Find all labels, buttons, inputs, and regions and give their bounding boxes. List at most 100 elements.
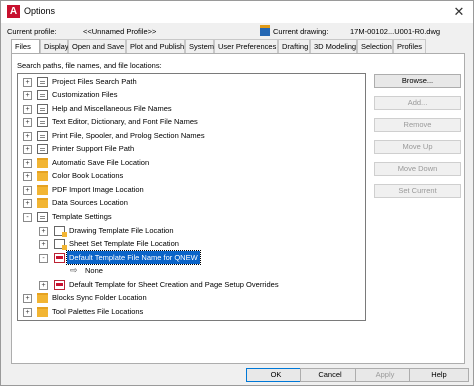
ok-button[interactable]: OK xyxy=(246,368,306,382)
tree-node-label: PDF Import Image Location xyxy=(52,185,144,194)
tree-node-template-settings[interactable]: - Template Settings xyxy=(18,210,358,223)
expand-icon[interactable]: + xyxy=(23,172,32,181)
red-file-icon xyxy=(54,253,65,263)
tab-selection[interactable]: Selection xyxy=(357,39,393,53)
tree-node-label: Tool Palettes File Locations xyxy=(52,307,144,316)
close-icon[interactable]: ✕ xyxy=(451,4,467,20)
current-profile-label: Current profile: xyxy=(7,27,57,36)
folder-icon xyxy=(37,171,48,181)
autocad-app-icon: A xyxy=(7,5,20,18)
tree-node-project-files-search-path[interactable]: + Project Files Search Path xyxy=(18,75,358,88)
tab-open-and-save[interactable]: Open and Save xyxy=(68,39,126,53)
tree-node-data-sources[interactable]: + Data Sources Location xyxy=(18,196,358,209)
tree-node-label: Data Sources Location xyxy=(52,198,128,207)
tree-node-print-file[interactable]: + Print File, Spooler, and Prolog Sectio… xyxy=(18,129,358,142)
tree-node-label: Blocks Sync Folder Location xyxy=(52,293,147,302)
profile-row: Current profile: <<Unnamed Profile>> Cur… xyxy=(1,23,473,39)
tab-display[interactable]: Display xyxy=(40,39,69,53)
folder-icon xyxy=(37,185,48,195)
add-button[interactable]: Add... xyxy=(374,96,461,110)
tree-node-none-value[interactable]: ⇨ None xyxy=(18,264,358,277)
doc-icon xyxy=(37,77,48,87)
doc-icon xyxy=(37,117,48,127)
expand-icon[interactable]: + xyxy=(23,78,32,87)
set-current-button[interactable]: Set Current xyxy=(374,184,461,198)
tree-node-customization-files[interactable]: + Customization Files xyxy=(18,88,358,101)
tab-3d-modeling[interactable]: 3D Modeling xyxy=(310,39,357,53)
title-bar: A Options ✕ xyxy=(1,1,473,23)
tree-caption: Search paths, file names, and file locat… xyxy=(17,61,162,70)
red-file-icon xyxy=(54,280,65,290)
tree-node-tool-palettes[interactable]: + Tool Palettes File Locations xyxy=(18,305,358,318)
tree-node-automatic-save[interactable]: + Automatic Save File Location xyxy=(18,156,358,169)
tree-node-printer-support[interactable]: + Printer Support File Path xyxy=(18,142,358,155)
doc-icon xyxy=(37,104,48,114)
expand-icon[interactable]: + xyxy=(23,308,32,317)
tree-node-text-editor[interactable]: + Text Editor, Dictionary, and Font File… xyxy=(18,115,358,128)
tree-node-label: Default Template File Name for QNEW xyxy=(66,250,201,265)
current-drawing-value: 17M-00102...U001-R0.dwg xyxy=(350,27,441,36)
window-title: Options xyxy=(24,6,56,16)
tree-node-label: Drawing Template File Location xyxy=(69,226,174,235)
tree-node-label: Sheet Set Template File Location xyxy=(69,239,179,248)
doc-icon xyxy=(37,212,48,222)
tree-node-label: Help and Miscellaneous File Names xyxy=(52,104,172,113)
folder-icon xyxy=(37,293,48,303)
collapse-icon[interactable]: - xyxy=(23,213,32,222)
tree-node-pdf-import[interactable]: + PDF Import Image Location xyxy=(18,183,358,196)
expand-icon[interactable]: + xyxy=(39,281,48,290)
help-button[interactable]: Help xyxy=(409,368,469,382)
move-down-button[interactable]: Move Down xyxy=(374,162,461,176)
expand-icon[interactable]: + xyxy=(39,240,48,249)
tree-node-color-book[interactable]: + Color Book Locations xyxy=(18,169,358,182)
tree-node-label: None xyxy=(85,266,103,275)
expand-icon[interactable]: + xyxy=(23,105,32,114)
tab-user-preferences[interactable]: User Preferences xyxy=(214,39,278,53)
expand-icon[interactable]: + xyxy=(23,186,32,195)
tab-plot-and-publish[interactable]: Plot and Publish xyxy=(126,39,185,53)
folder-icon xyxy=(37,158,48,168)
apply-button[interactable]: Apply xyxy=(355,368,415,382)
expand-icon[interactable]: + xyxy=(23,199,32,208)
tree-node-label: Print File, Spooler, and Prolog Section … xyxy=(52,131,205,140)
tab-profiles[interactable]: Profiles xyxy=(393,39,426,53)
options-dialog: A Options ✕ Current profile: <<Unnamed P… xyxy=(0,0,474,386)
tree-node-default-template-sheet-creation[interactable]: + Default Template for Sheet Creation an… xyxy=(18,278,358,291)
collapse-icon[interactable]: - xyxy=(39,254,48,263)
tree-node-blocks-sync[interactable]: + Blocks Sync Folder Location xyxy=(18,291,358,304)
tree-node-label: Printer Support File Path xyxy=(52,144,135,153)
tree-node-label: Customization Files xyxy=(52,90,118,99)
remove-button[interactable]: Remove xyxy=(374,118,461,132)
drawing-icon xyxy=(260,25,270,36)
tab-drafting[interactable]: Drafting xyxy=(278,39,310,53)
tree-node-label: Template Settings xyxy=(52,212,112,221)
tab-files[interactable]: Files xyxy=(11,39,40,54)
expand-icon[interactable]: + xyxy=(23,145,32,154)
expand-icon[interactable]: + xyxy=(23,118,32,127)
browse-button[interactable]: Browse... xyxy=(374,74,461,88)
template-folder-icon xyxy=(54,226,67,237)
doc-icon xyxy=(37,131,48,141)
folder-icon xyxy=(37,307,48,317)
search-paths-tree[interactable]: + Project Files Search Path + Customizat… xyxy=(17,73,366,321)
doc-icon xyxy=(37,144,48,154)
doc-icon xyxy=(37,90,48,100)
tree-node-default-template-qnew[interactable]: - Default Template File Name for QNEW xyxy=(18,250,358,265)
move-up-button[interactable]: Move Up xyxy=(374,140,461,154)
tree-node-drawing-template[interactable]: + Drawing Template File Location xyxy=(18,224,358,237)
arrow-icon: ⇨ xyxy=(70,265,78,275)
template-folder-icon xyxy=(54,239,67,250)
expand-icon[interactable]: + xyxy=(23,159,32,168)
expand-icon[interactable]: + xyxy=(23,91,32,100)
current-profile-value: <<Unnamed Profile>> xyxy=(83,27,157,36)
expand-icon[interactable]: + xyxy=(23,132,32,141)
tree-node-help-and-misc[interactable]: + Help and Miscellaneous File Names xyxy=(18,102,358,115)
expand-icon[interactable]: + xyxy=(23,294,32,303)
tree-node-label: Color Book Locations xyxy=(52,171,124,180)
tree-node-sheet-set-template[interactable]: + Sheet Set Template File Location xyxy=(18,237,358,250)
cancel-button[interactable]: Cancel xyxy=(300,368,360,382)
tab-system[interactable]: System xyxy=(185,39,214,53)
current-drawing-label: Current drawing: xyxy=(273,27,329,36)
folder-icon xyxy=(37,198,48,208)
expand-icon[interactable]: + xyxy=(39,227,48,236)
